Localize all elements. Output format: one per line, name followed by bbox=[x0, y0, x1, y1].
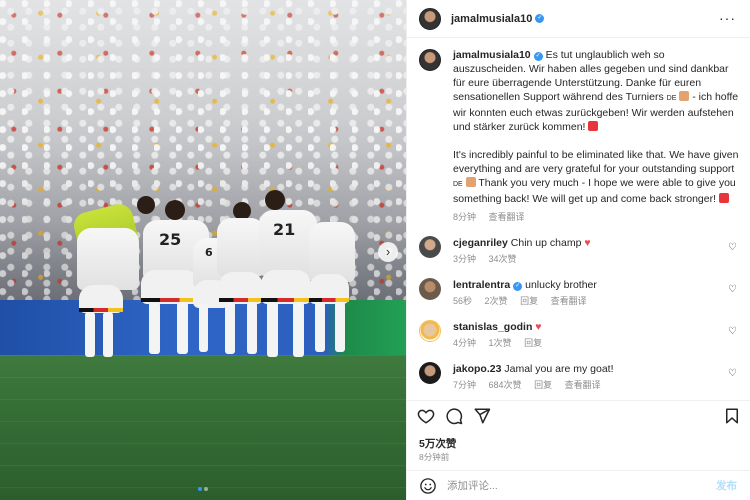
carousel-dot bbox=[198, 487, 202, 491]
likes-count[interactable]: 5万次赞 bbox=[419, 436, 456, 451]
flexed-biceps-emoji-icon bbox=[465, 177, 476, 187]
reply-link[interactable]: 回复 bbox=[534, 380, 552, 390]
more-options-icon[interactable]: ··· bbox=[719, 10, 736, 26]
verified-badge-icon: ✓ bbox=[535, 14, 545, 23]
carousel-dots bbox=[0, 482, 406, 494]
comment-age: 7分钟 bbox=[453, 380, 477, 390]
carousel-dot bbox=[204, 487, 208, 491]
comment-age: 3分钟 bbox=[453, 254, 477, 264]
comment-item: cjeganriley Chin up champ ♥ 3分钟 34次赞 ♡ bbox=[419, 236, 739, 266]
comments-section[interactable]: jamalmusiala10 ✓ Es tut unglaublich weh s… bbox=[407, 38, 750, 398]
like-comment-heart-icon[interactable]: ♡ bbox=[728, 326, 737, 337]
comment-bubble-icon[interactable] bbox=[445, 407, 463, 425]
comment-likes[interactable]: 34次赞 bbox=[489, 254, 517, 264]
comment-age: 56秒 bbox=[453, 296, 473, 306]
like-comment-heart-icon[interactable]: ♡ bbox=[728, 284, 737, 295]
pitch bbox=[0, 355, 406, 500]
avatar[interactable] bbox=[419, 320, 441, 342]
flag-text: DE bbox=[666, 95, 677, 102]
caption-age: 8分钟 bbox=[453, 212, 477, 222]
see-translation-link[interactable]: 查看翻译 bbox=[489, 212, 525, 222]
flag-text: DE bbox=[453, 181, 463, 188]
comment-item: jakopo.23 Jamal you are my goat! 7分钟 684… bbox=[419, 362, 739, 392]
caption-meta: 8分钟 查看翻译 bbox=[453, 210, 739, 224]
caption-text-en-2: Thank you very much - I hope we were abl… bbox=[453, 177, 736, 205]
comment-username[interactable]: jakopo.23 bbox=[453, 363, 501, 375]
save-bookmark-icon[interactable] bbox=[723, 407, 741, 425]
comment-item: lentralentra ✓ unlucky brother 56秒 2次赞 回复… bbox=[419, 278, 739, 308]
see-translation-link[interactable]: 查看翻译 bbox=[565, 380, 601, 390]
reply-link[interactable]: 回复 bbox=[520, 296, 538, 306]
post-header: jamalmusiala10 ✓ ··· bbox=[407, 0, 750, 38]
post-caption: jamalmusiala10 ✓ Es tut unglaublich weh s… bbox=[419, 48, 739, 224]
post-photo[interactable]: 25 6 21 › bbox=[0, 0, 406, 500]
red-heart-emoji-icon: ♥ bbox=[584, 237, 591, 249]
comment-age: 4分钟 bbox=[453, 338, 477, 348]
avatar[interactable] bbox=[419, 236, 441, 258]
instagram-post: 25 6 21 › jamalmusiala10 ✓ ··· jamalmusi… bbox=[0, 0, 750, 500]
avatar[interactable] bbox=[419, 362, 441, 384]
jersey-number: 21 bbox=[273, 220, 296, 239]
avatar[interactable] bbox=[419, 7, 441, 30]
hundred-points-emoji-icon bbox=[588, 121, 599, 131]
jersey-number: 6 bbox=[205, 246, 213, 259]
post-time: 8分钟前 bbox=[419, 452, 450, 462]
comment-likes[interactable]: 1次赞 bbox=[489, 338, 512, 348]
jersey-number: 25 bbox=[159, 230, 182, 249]
comment-username[interactable]: lentralentra bbox=[453, 279, 510, 291]
reply-link[interactable]: 回复 bbox=[524, 338, 542, 348]
comment-text: Chin up champ bbox=[510, 237, 582, 249]
avatar[interactable] bbox=[419, 49, 441, 71]
like-comment-heart-icon[interactable]: ♡ bbox=[728, 368, 737, 379]
emoji-smiley-icon[interactable] bbox=[419, 477, 437, 495]
verified-badge-icon: ✓ bbox=[513, 282, 523, 291]
comment-text: unlucky brother bbox=[525, 279, 597, 291]
action-bar bbox=[407, 400, 750, 430]
add-comment-bar: 发布 bbox=[407, 470, 750, 500]
comment-likes[interactable]: 2次赞 bbox=[485, 296, 508, 306]
comment-username[interactable]: stanislas_godin bbox=[453, 321, 532, 333]
like-heart-icon[interactable] bbox=[417, 407, 435, 425]
comment-username[interactable]: cjeganriley bbox=[453, 237, 508, 249]
comment-likes[interactable]: 684次赞 bbox=[489, 380, 522, 390]
add-comment-input[interactable] bbox=[447, 479, 697, 492]
see-translation-link[interactable]: 查看翻译 bbox=[551, 296, 587, 306]
caption-text-en: It's incredibly painful to be eliminated… bbox=[453, 149, 739, 175]
next-image-button[interactable]: › bbox=[378, 242, 398, 262]
hundred-points-emoji-icon bbox=[718, 193, 729, 203]
avatar[interactable] bbox=[419, 278, 441, 300]
post-comment-button[interactable]: 发布 bbox=[716, 478, 737, 493]
comment-text: Jamal you are my goat! bbox=[504, 363, 614, 375]
like-comment-heart-icon[interactable]: ♡ bbox=[728, 242, 737, 253]
flexed-biceps-emoji-icon bbox=[679, 91, 690, 101]
caption-username[interactable]: jamalmusiala10 bbox=[453, 49, 531, 61]
verified-badge-icon: ✓ bbox=[533, 52, 543, 61]
share-send-icon[interactable] bbox=[473, 407, 491, 425]
red-heart-emoji-icon: ♥ bbox=[535, 321, 542, 333]
header-username[interactable]: jamalmusiala10 bbox=[451, 13, 532, 25]
team-huddle: 25 6 21 bbox=[55, 190, 365, 360]
post-side-panel: jamalmusiala10 ✓ ··· jamalmusiala10 ✓ Es … bbox=[406, 0, 750, 500]
comment-item: stanislas_godin ♥ 4分钟 1次赞 回复 ♡ bbox=[419, 320, 739, 350]
